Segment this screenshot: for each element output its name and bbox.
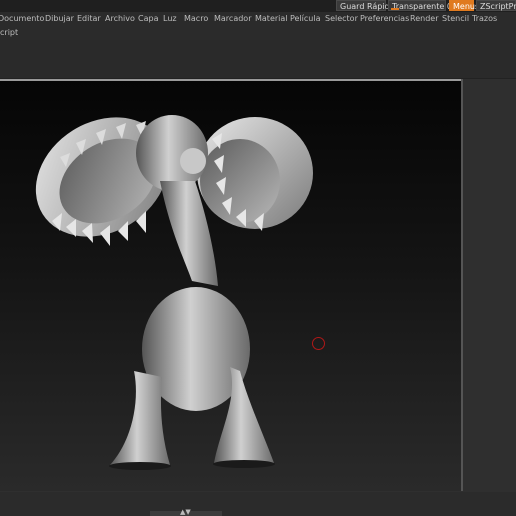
menu-archivo[interactable]: Archivo: [105, 14, 135, 23]
menu-macro[interactable]: Macro: [184, 14, 208, 23]
menu-documento[interactable]: Documento: [0, 14, 44, 23]
menu-stencil[interactable]: Stencil: [442, 14, 469, 23]
menu-editar[interactable]: Editar: [77, 14, 101, 23]
main-menubar: Documento Dibujar Editar Archivo Capa Lu…: [0, 12, 516, 26]
menu-pelicula[interactable]: Película: [290, 14, 321, 23]
arrow-up-down-icon[interactable]: ▲▼: [180, 508, 191, 516]
menu-trazos[interactable]: Trazos: [472, 14, 497, 23]
top-shelf: [0, 40, 516, 79]
right-jaw-disk: [197, 117, 313, 231]
menu-preferencias[interactable]: Preferencias: [360, 14, 409, 23]
menus-button[interactable]: Menus: [449, 0, 479, 11]
menu-render[interactable]: Render: [410, 14, 438, 23]
menu-zscript[interactable]: cript: [0, 28, 18, 37]
menu-luz[interactable]: Luz: [163, 14, 177, 23]
eye-bulb: [180, 148, 206, 174]
transparency-label: Transparente 0: [392, 2, 452, 11]
quick-save-button[interactable]: Guard Rápido: [336, 0, 395, 11]
right-foot-opening: [213, 460, 275, 468]
transparency-slider-fill: [391, 8, 399, 10]
menu-capa[interactable]: Capa: [138, 14, 158, 23]
zscript-button[interactable]: ZScriptPred: [476, 0, 516, 11]
sculpt-model[interactable]: [0, 81, 462, 491]
menu-selector[interactable]: Selector: [325, 14, 358, 23]
brush-cursor: [312, 337, 325, 350]
transparency-slider[interactable]: Transparente 0: [388, 0, 452, 11]
menu-material[interactable]: Material: [255, 14, 288, 23]
left-leg: [110, 371, 170, 465]
top-toolbar: Guard Rápido Transparente 0 Menus ZScrip…: [0, 0, 516, 12]
secondary-menubar: cript: [0, 26, 516, 40]
bottom-tray: [0, 492, 516, 516]
menu-dibujar[interactable]: Dibujar: [45, 14, 74, 23]
left-foot-opening: [109, 462, 171, 470]
menu-marcador[interactable]: Marcador: [214, 14, 251, 23]
